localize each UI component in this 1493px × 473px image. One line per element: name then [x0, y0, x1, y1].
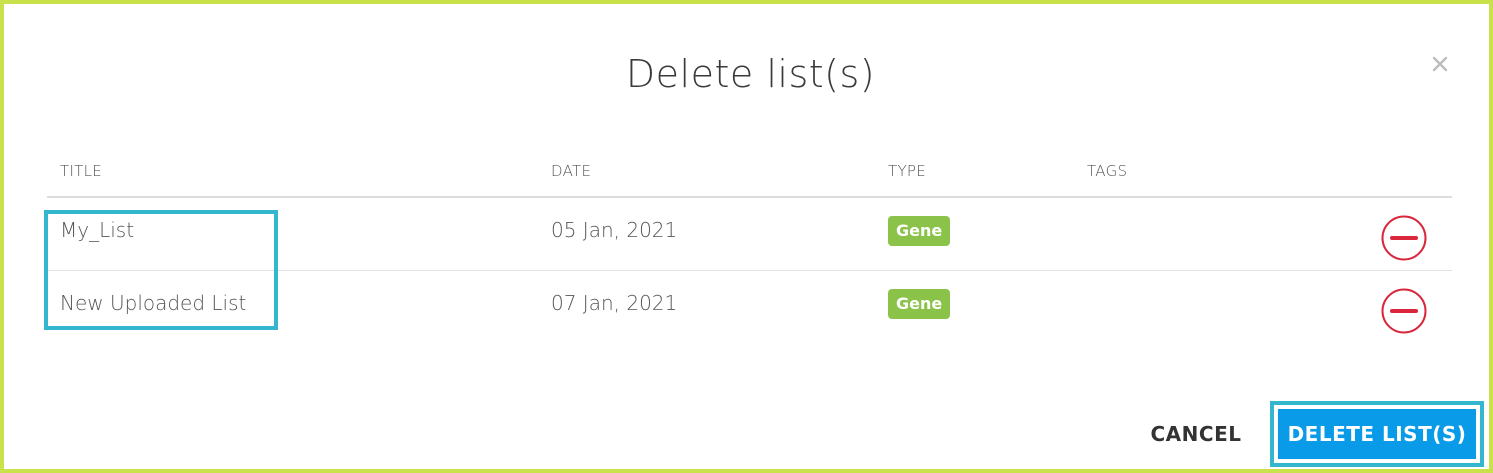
- cancel-button[interactable]: CANCEL: [1134, 412, 1258, 456]
- minus-circle-icon: [1381, 215, 1427, 261]
- row-date: 07 Jan, 2021: [551, 291, 678, 315]
- remove-row-button[interactable]: [1380, 214, 1428, 262]
- type-badge: Gene: [888, 289, 951, 319]
- delete-button-highlight: DELETE LIST(S): [1270, 401, 1484, 467]
- close-button[interactable]: [1424, 48, 1456, 80]
- row-date: 05 Jan, 2021: [551, 218, 678, 242]
- remove-row-button[interactable]: [1380, 287, 1428, 335]
- type-badge: Gene: [888, 216, 951, 246]
- column-header-type: TYPE: [888, 162, 927, 180]
- minus-circle-icon: [1381, 288, 1427, 334]
- column-header-date: DATE: [551, 162, 592, 180]
- row-title: New Uploaded List: [60, 291, 247, 315]
- row-title: My_List: [60, 218, 135, 242]
- column-header-tags: TAGS: [1087, 162, 1128, 180]
- table-header: TITLE DATE TYPE TAGS: [47, 154, 1452, 198]
- table-row: My_List 05 Jan, 2021 Gene: [47, 198, 1452, 271]
- delete-lists-button[interactable]: DELETE LIST(S): [1278, 409, 1476, 459]
- dialog-title: Delete list(s): [625, 52, 876, 96]
- table-row: New Uploaded List 07 Jan, 2021 Gene: [47, 271, 1452, 343]
- dialog-frame: Delete list(s) TITLE DATE TYPE TAGS My_L…: [0, 0, 1493, 473]
- close-icon: [1432, 56, 1448, 72]
- column-header-title: TITLE: [60, 162, 103, 180]
